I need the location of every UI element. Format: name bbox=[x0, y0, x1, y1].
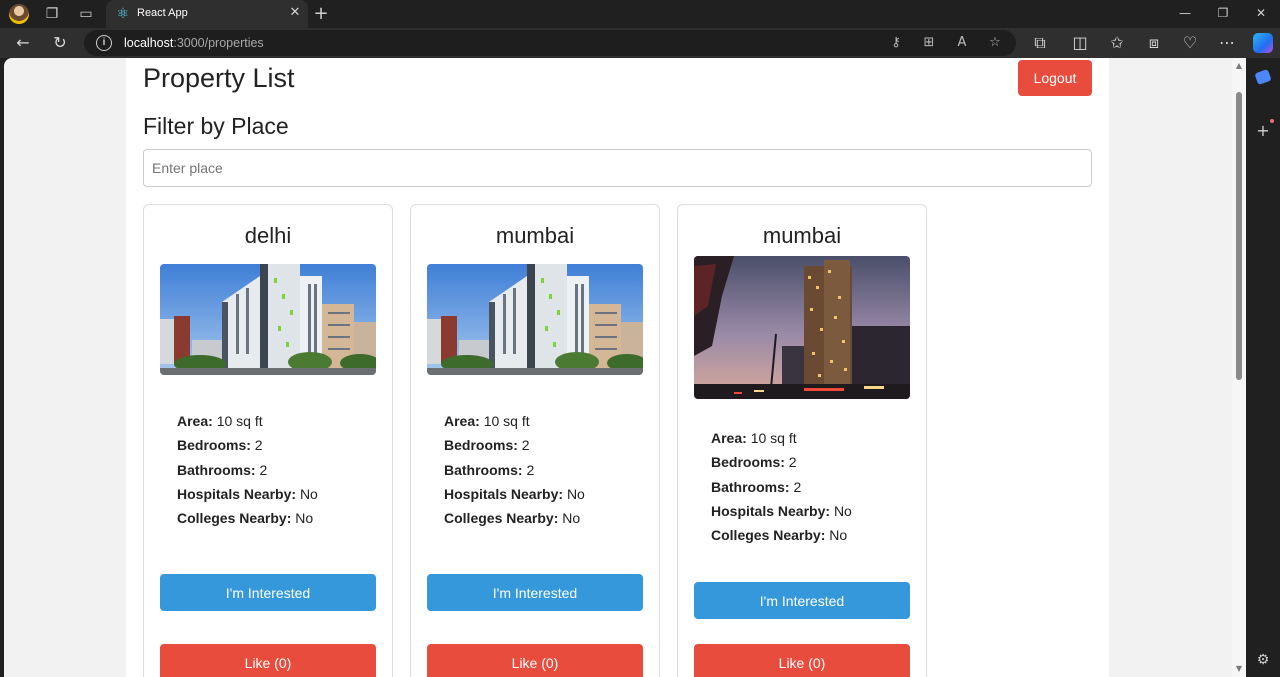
detail-hospitals: Hospitals Nearby: No bbox=[177, 485, 318, 502]
tab-actions-icon[interactable]: ▭ bbox=[76, 4, 96, 24]
notification-dot bbox=[1270, 119, 1274, 123]
detail-hospitals: Hospitals Nearby: No bbox=[711, 502, 852, 519]
url-text[interactable]: localhost:3000/properties bbox=[124, 36, 264, 50]
refresh-icon[interactable]: ↻ bbox=[49, 33, 71, 53]
browser-essentials-icon[interactable]: ♡ bbox=[1179, 33, 1201, 53]
detail-area: Area: 10 sq ft bbox=[711, 430, 797, 446]
browser-tab-bar: ❐ ▭ ⚛ React App ✕ + — ❐ ✕ bbox=[0, 0, 1280, 28]
interested-button[interactable]: I'm Interested bbox=[694, 582, 910, 619]
detail-hospitals: Hospitals Nearby: No bbox=[444, 485, 585, 502]
like-button[interactable]: Like (0) bbox=[427, 644, 643, 677]
react-icon: ⚛ bbox=[116, 6, 130, 22]
sidebar-tag-icon[interactable] bbox=[1253, 67, 1273, 87]
detail-area: Area: 10 sq ft bbox=[177, 413, 263, 429]
property-card: delhi Area: 10 sq ft Bedrooms: 2 Bathroo… bbox=[143, 204, 393, 677]
detail-colleges: Colleges Nearby: No bbox=[444, 510, 581, 527]
browser-toolbar: ← ↻ i localhost:3000/properties ⚷ ⊞ A ☆ … bbox=[0, 28, 1280, 58]
detail-bedrooms: Bedrooms: 2 bbox=[711, 454, 797, 471]
property-image bbox=[694, 256, 910, 399]
minimize-button[interactable]: — bbox=[1174, 3, 1196, 23]
url-host: localhost bbox=[124, 36, 174, 50]
gear-icon[interactable]: ⚙ bbox=[1253, 650, 1273, 670]
scroll-thumb[interactable] bbox=[1236, 92, 1242, 380]
like-button[interactable]: Like (0) bbox=[160, 644, 376, 677]
browser-tab[interactable]: ⚛ React App ✕ bbox=[106, 0, 308, 28]
copilot-icon[interactable] bbox=[1253, 33, 1273, 53]
property-card: mumbai Area: 10 sq ft Bedrooms: 2 Bathro… bbox=[677, 204, 927, 677]
detail-bathrooms: Bathrooms: 2 bbox=[711, 478, 802, 495]
tab-title: React App bbox=[137, 7, 188, 19]
address-bar[interactable]: i localhost:3000/properties ⚷ ⊞ A ☆ bbox=[84, 30, 1016, 56]
property-details: Area: 10 sq ft Bedrooms: 2 Bathrooms: 2 … bbox=[444, 409, 644, 530]
detail-bedrooms: Bedrooms: 2 bbox=[444, 437, 530, 454]
key-icon[interactable]: ⚷ bbox=[886, 33, 906, 53]
detail-colleges: Colleges Nearby: No bbox=[177, 510, 314, 527]
detail-area: Area: 10 sq ft bbox=[444, 413, 530, 429]
property-details: Area: 10 sq ft Bedrooms: 2 Bathrooms: 2 … bbox=[711, 426, 911, 547]
new-tab-button[interactable]: + bbox=[311, 4, 331, 24]
back-arrow-icon[interactable]: ← bbox=[12, 33, 34, 53]
scroll-up-icon[interactable]: ▲ bbox=[1235, 62, 1243, 70]
detail-colleges: Colleges Nearby: No bbox=[711, 527, 848, 544]
card-place: delhi bbox=[244, 223, 292, 248]
property-details: Area: 10 sq ft Bedrooms: 2 Bathrooms: 2 … bbox=[177, 409, 377, 530]
favorites-icon[interactable]: ✩ bbox=[1106, 33, 1128, 53]
card-place: mumbai bbox=[495, 223, 575, 248]
apps-icon[interactable]: ⊞ bbox=[919, 33, 939, 53]
page-container: Property List Logout Filter by Place del… bbox=[126, 58, 1109, 677]
split-screen-icon[interactable]: ◫ bbox=[1069, 33, 1091, 53]
more-icon[interactable]: ⋯ bbox=[1216, 33, 1238, 53]
info-icon[interactable]: i bbox=[96, 35, 112, 51]
like-button[interactable]: Like (0) bbox=[694, 644, 910, 677]
url-path: :3000/properties bbox=[173, 36, 264, 50]
scroll-down-icon[interactable]: ▼ bbox=[1235, 665, 1243, 673]
close-icon[interactable]: ✕ bbox=[286, 4, 304, 22]
detail-bathrooms: Bathrooms: 2 bbox=[177, 461, 268, 478]
property-card: mumbai Area: 10 sq ft Bedrooms: 2 Bathro… bbox=[410, 204, 660, 677]
interested-button[interactable]: I'm Interested bbox=[160, 574, 376, 611]
detail-bathrooms: Bathrooms: 2 bbox=[444, 461, 535, 478]
page-title: Property List bbox=[143, 63, 295, 93]
puzzle-icon[interactable]: ⧉ bbox=[1029, 33, 1051, 53]
property-image bbox=[427, 264, 643, 375]
filter-heading: Filter by Place bbox=[143, 113, 289, 139]
close-window-button[interactable]: ✕ bbox=[1250, 3, 1272, 23]
collections-icon[interactable]: ⧈ bbox=[1143, 33, 1165, 53]
plus-icon[interactable]: + bbox=[1253, 121, 1273, 141]
star-icon[interactable]: ☆ bbox=[985, 33, 1005, 53]
read-aloud-icon[interactable]: A bbox=[952, 33, 972, 53]
card-place: mumbai bbox=[762, 223, 842, 248]
sidebar-panel: + ⚙ bbox=[1246, 58, 1280, 677]
profile-avatar[interactable] bbox=[9, 4, 29, 24]
property-image bbox=[160, 264, 376, 375]
page-viewport: Property List Logout Filter by Place del… bbox=[4, 58, 1246, 677]
workspaces-icon[interactable]: ❐ bbox=[42, 4, 62, 24]
place-filter-input[interactable] bbox=[143, 149, 1092, 187]
logout-button[interactable]: Logout bbox=[1018, 60, 1092, 96]
page-scrollbar[interactable]: ▲ ▼ bbox=[1232, 58, 1246, 677]
restore-button[interactable]: ❐ bbox=[1212, 3, 1234, 23]
interested-button[interactable]: I'm Interested bbox=[427, 574, 643, 611]
detail-bedrooms: Bedrooms: 2 bbox=[177, 437, 263, 454]
